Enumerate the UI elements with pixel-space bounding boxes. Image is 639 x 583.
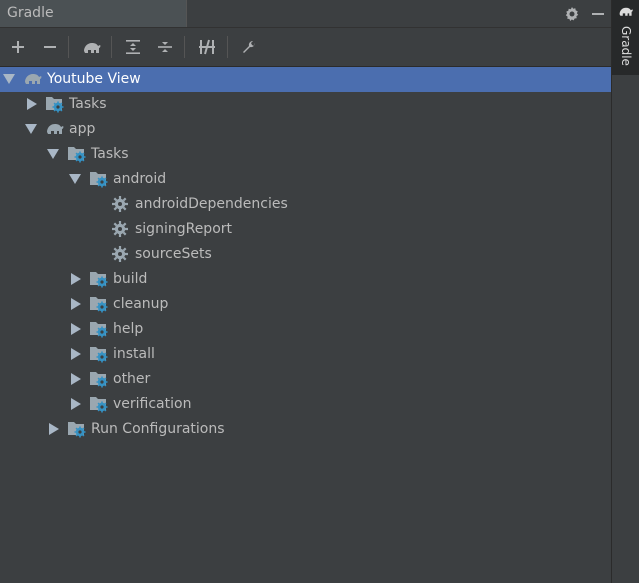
tree-row-label: android bbox=[113, 171, 167, 187]
title-actions bbox=[559, 0, 611, 27]
tree-row-label: verification bbox=[113, 396, 192, 412]
collapse-all-icon[interactable] bbox=[153, 35, 177, 59]
gradle-side-tab[interactable]: Gradle bbox=[612, 0, 639, 75]
toolbar bbox=[0, 28, 611, 67]
collapsed-arrow-icon[interactable] bbox=[49, 423, 59, 435]
toggle-offline-icon[interactable] bbox=[195, 35, 219, 59]
elephant-icon bbox=[45, 120, 65, 138]
tree-row-label: signingReport bbox=[135, 221, 233, 237]
folder-gear-icon bbox=[89, 170, 109, 188]
collapsed-arrow-icon[interactable] bbox=[71, 373, 81, 385]
tree-row[interactable]: signingReport bbox=[0, 217, 611, 242]
folder-gear-icon bbox=[45, 95, 65, 113]
tree-row[interactable]: Tasks bbox=[0, 92, 611, 117]
toolbar-separator bbox=[68, 36, 69, 58]
folder-gear-icon bbox=[89, 320, 109, 338]
elephant-icon[interactable] bbox=[80, 35, 104, 59]
folder-gear-icon bbox=[89, 270, 109, 288]
tree-row[interactable]: Youtube View bbox=[0, 67, 611, 92]
collapsed-arrow-icon[interactable] bbox=[27, 98, 37, 110]
tree-row[interactable]: Run Configurations bbox=[0, 417, 611, 442]
tree-row-label: app bbox=[69, 121, 96, 137]
tree-row-label: Youtube View bbox=[47, 71, 141, 87]
gradle-task-tree[interactable]: Youtube View Tasks app Tasks android androidD… bbox=[0, 67, 611, 583]
tree-row[interactable]: build bbox=[0, 267, 611, 292]
window-title: Gradle bbox=[7, 5, 54, 21]
collapsed-arrow-icon[interactable] bbox=[71, 298, 81, 310]
gear-icon bbox=[111, 245, 131, 263]
title-tab[interactable]: Gradle bbox=[0, 0, 187, 27]
tree-row[interactable]: android bbox=[0, 167, 611, 192]
gear-icon bbox=[111, 195, 131, 213]
tree-row-label: cleanup bbox=[113, 296, 169, 312]
tree-row[interactable]: androidDependencies bbox=[0, 192, 611, 217]
collapsed-arrow-icon[interactable] bbox=[71, 273, 81, 285]
folder-gear-icon bbox=[89, 345, 109, 363]
tree-row-label: Tasks bbox=[69, 96, 107, 112]
tree-row[interactable]: help bbox=[0, 317, 611, 342]
expanded-arrow-icon[interactable] bbox=[47, 149, 59, 159]
minus-icon[interactable] bbox=[38, 35, 62, 59]
minimize-icon[interactable] bbox=[585, 0, 611, 27]
wrench-icon[interactable] bbox=[237, 35, 261, 59]
tree-row-label: Tasks bbox=[91, 146, 129, 162]
side-tab-label: Gradle bbox=[619, 26, 633, 66]
tree-row[interactable]: verification bbox=[0, 392, 611, 417]
expand-all-icon[interactable] bbox=[121, 35, 145, 59]
expanded-arrow-icon[interactable] bbox=[25, 124, 37, 134]
tree-row-label: help bbox=[113, 321, 144, 337]
elephant-icon bbox=[23, 70, 43, 88]
folder-gear-icon bbox=[89, 370, 109, 388]
collapsed-arrow-icon[interactable] bbox=[71, 323, 81, 335]
tree-row-label: build bbox=[113, 271, 148, 287]
tree-row[interactable]: cleanup bbox=[0, 292, 611, 317]
plus-icon[interactable] bbox=[6, 35, 30, 59]
toolbar-separator bbox=[184, 36, 185, 58]
tree-row-label: Run Configurations bbox=[91, 421, 225, 437]
tree-row[interactable]: install bbox=[0, 342, 611, 367]
collapsed-arrow-icon[interactable] bbox=[71, 398, 81, 410]
folder-gear-icon bbox=[67, 420, 87, 438]
elephant-icon bbox=[619, 7, 633, 16]
folder-gear-icon bbox=[89, 395, 109, 413]
tree-row[interactable]: app bbox=[0, 117, 611, 142]
folder-gear-icon bbox=[89, 295, 109, 313]
settings-gear-icon[interactable] bbox=[559, 0, 585, 27]
tree-row[interactable]: sourceSets bbox=[0, 242, 611, 267]
tree-row[interactable]: Tasks bbox=[0, 142, 611, 167]
tree-row[interactable]: other bbox=[0, 367, 611, 392]
tree-row-label: other bbox=[113, 371, 151, 387]
tree-row-label: install bbox=[113, 346, 155, 362]
folder-gear-icon bbox=[67, 145, 87, 163]
tool-window-header: Gradle bbox=[0, 0, 611, 28]
right-tool-strip: Gradle bbox=[611, 0, 639, 583]
tree-row-label: sourceSets bbox=[135, 246, 212, 262]
expanded-arrow-icon[interactable] bbox=[3, 74, 15, 84]
collapsed-arrow-icon[interactable] bbox=[71, 348, 81, 360]
toolbar-separator bbox=[111, 36, 112, 58]
gradle-tool-window: Gradle Youtube View Tasks app Tasks andr… bbox=[0, 0, 611, 583]
gear-icon bbox=[111, 220, 131, 238]
expanded-arrow-icon[interactable] bbox=[69, 174, 81, 184]
toolbar-separator bbox=[227, 36, 228, 58]
tree-row-label: androidDependencies bbox=[135, 196, 288, 212]
